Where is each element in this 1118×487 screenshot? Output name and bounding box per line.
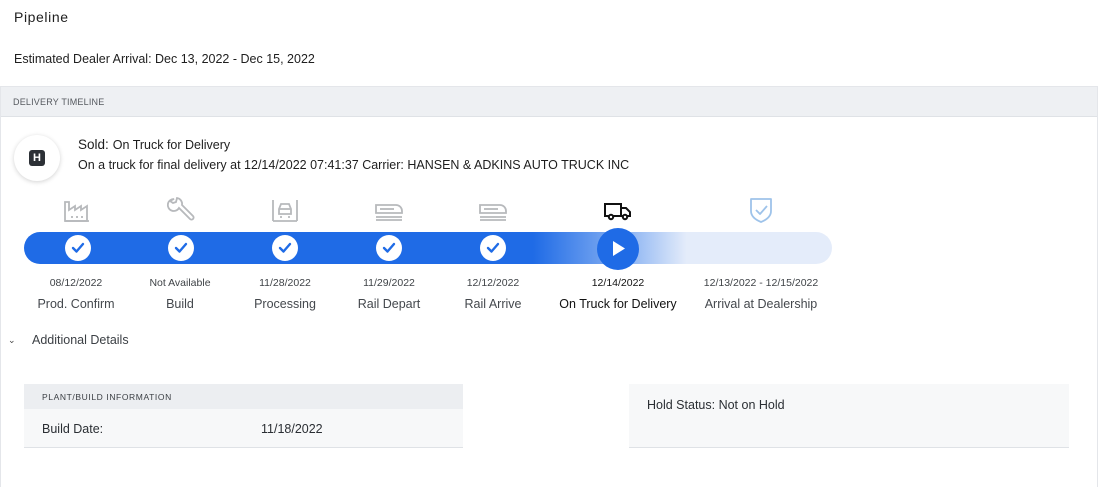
stage-name: Arrival at Dealership	[704, 297, 818, 311]
check-icon	[65, 235, 91, 261]
stage-name-current: On Truck for Delivery	[559, 297, 677, 311]
stage-date-current: 12/14/2022	[591, 277, 645, 289]
train-icon	[478, 196, 508, 224]
check-icon	[480, 235, 506, 261]
timeline-track	[24, 232, 832, 264]
h-logo-icon: H	[29, 150, 45, 166]
sold-label: Sold:	[78, 137, 109, 152]
panel-header-label: DELIVERY TIMELINE	[13, 97, 105, 107]
panel-header: DELIVERY TIMELINE	[1, 87, 1097, 117]
factory-icon	[62, 196, 92, 224]
truck-icon	[603, 196, 633, 224]
plant-build-card: PLANT/BUILD INFORMATION Build Date: 11/1…	[24, 384, 463, 448]
dealer-badge: H	[14, 135, 60, 181]
check-icon	[168, 235, 194, 261]
build-date-label: Build Date:	[42, 422, 104, 436]
status-value: On Truck for Delivery	[112, 138, 231, 152]
build-date-value: 11/18/2022	[261, 422, 323, 436]
plant-build-header: PLANT/BUILD INFORMATION	[24, 384, 463, 409]
status-description: On a truck for final delivery at 12/14/2…	[78, 158, 630, 172]
estimated-arrival: Estimated Dealer Arrival: Dec 13, 2022 -…	[14, 52, 315, 66]
check-icon	[376, 235, 402, 261]
stage-date: 12/13/2022 - 12/15/2022	[703, 277, 819, 289]
additional-details-label: Additional Details	[32, 333, 129, 347]
shield-check-icon	[746, 196, 776, 224]
pipeline-title: Pipeline	[14, 9, 69, 25]
train-icon	[374, 196, 404, 224]
chevron-down-icon: ⌄	[8, 335, 16, 345]
check-icon	[272, 235, 298, 261]
current-stage-play-icon	[597, 228, 639, 270]
hold-status-text: Hold Status: Not on Hold	[647, 398, 785, 412]
hold-status-card: Hold Status: Not on Hold	[629, 384, 1069, 448]
additional-details-toggle[interactable]: ⌄ Additional Details	[8, 333, 129, 347]
wrench-icon	[166, 196, 196, 224]
status-line: Sold: On Truck for Delivery	[78, 137, 230, 152]
car-processing-icon	[270, 196, 300, 224]
